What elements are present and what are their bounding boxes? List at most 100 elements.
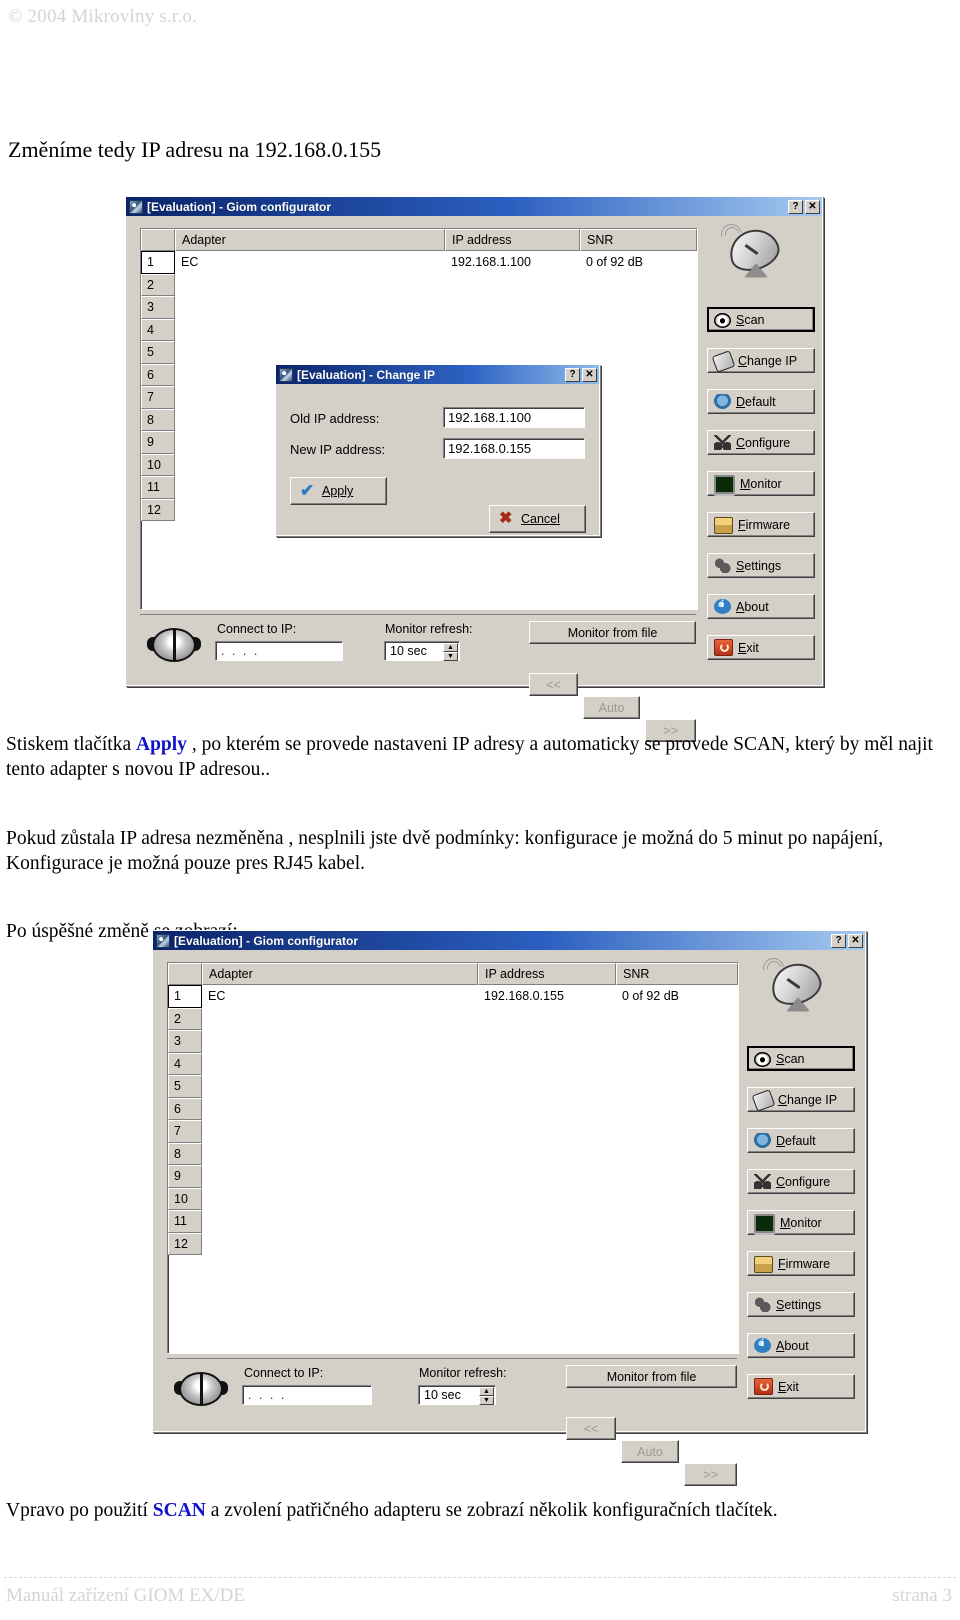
row-number[interactable]: 1 xyxy=(168,985,202,1008)
cell-snr: 0 of 92 dB xyxy=(622,989,679,1004)
row-number[interactable]: 11 xyxy=(168,1210,202,1233)
settings-button[interactable]: Settings xyxy=(707,553,815,578)
row-number[interactable]: 11 xyxy=(141,476,175,499)
row-number[interactable]: 9 xyxy=(168,1165,202,1188)
nav-auto-button[interactable]: Auto xyxy=(621,1440,679,1463)
row-number[interactable]: 3 xyxy=(141,296,175,319)
stepper-down-icon[interactable]: ▼ xyxy=(479,1396,494,1405)
cancel-button[interactable]: ✖ Cancel xyxy=(489,505,586,533)
giom-configurator-window-2[interactable]: [Evaluation] - Giom configurator ? ✕ Ada… xyxy=(152,930,866,1486)
row-number[interactable]: 4 xyxy=(168,1052,202,1075)
monitor-refresh-stepper[interactable]: 10 sec ▲ ▼ xyxy=(384,641,460,661)
change-ip-dialog[interactable]: [Evaluation] - Change IP ? ✕ Old IP addr… xyxy=(275,364,600,536)
page-heading: Změníme tedy IP adresu na 192.168.0.155 xyxy=(8,137,382,162)
change-ip-button[interactable]: Change IP xyxy=(747,1087,855,1112)
button-label: Default xyxy=(736,394,776,409)
adapter-list-2[interactable]: Adapter IP address SNR 1 2 3 4 5 6 7 8 9 10 11 12 E… xyxy=(167,962,739,1354)
window2-titlebar[interactable]: [Evaluation] - Giom configurator ? ✕ xyxy=(153,931,865,950)
connect-to-ip-label: Connect to IP: xyxy=(244,1366,324,1380)
nav-auto-button[interactable]: Auto xyxy=(583,696,640,719)
app-icon xyxy=(129,199,143,214)
row-number[interactable]: 12 xyxy=(141,498,175,521)
default-button[interactable]: Default xyxy=(707,389,815,414)
close-icon[interactable]: ✕ xyxy=(805,199,820,214)
connect-to-ip-input[interactable]: . . . . xyxy=(215,641,343,661)
monitor-button[interactable]: Monitor xyxy=(707,471,815,496)
nav-next-button[interactable]: >> xyxy=(684,1463,737,1486)
row-number[interactable]: 4 xyxy=(141,318,175,341)
apply-button[interactable]: ✔ Apply xyxy=(290,477,387,505)
row-number[interactable]: 7 xyxy=(168,1120,202,1143)
connect-to-ip-label: Connect to IP: xyxy=(217,622,297,636)
row-number[interactable]: 12 xyxy=(168,1232,202,1255)
stepper-buttons[interactable]: ▲ ▼ xyxy=(479,1387,494,1405)
help-icon[interactable]: ? xyxy=(788,199,803,214)
bug-icon xyxy=(714,394,731,409)
row-number[interactable]: 9 xyxy=(141,431,175,454)
row-number[interactable]: 2 xyxy=(168,1007,202,1030)
settings-button[interactable]: Settings xyxy=(747,1292,855,1317)
new-ip-field[interactable]: 192.168.0.155 xyxy=(443,438,585,459)
row-number[interactable]: 10 xyxy=(141,453,175,476)
header-adapter[interactable]: Adapter xyxy=(175,229,445,251)
button-label: Settings xyxy=(776,1297,822,1312)
para1-before: Stiskem tlačítka xyxy=(6,733,136,755)
header-ip-address[interactable]: IP address xyxy=(478,963,616,985)
monitor-from-file-button[interactable]: Monitor from file xyxy=(566,1365,737,1388)
row-number[interactable]: 10 xyxy=(168,1187,202,1210)
window2-body: Adapter IP address SNR 1 2 3 4 5 6 7 8 9 10 11 12 E… xyxy=(153,950,865,1486)
connect-to-ip-input[interactable]: . . . . xyxy=(242,1385,372,1405)
old-ip-field[interactable]: 192.168.1.100 xyxy=(443,407,585,428)
network-connector-icon xyxy=(147,628,201,662)
row-number[interactable]: 8 xyxy=(168,1142,202,1165)
window2-close-icon[interactable]: ✕ xyxy=(848,933,863,948)
row-number[interactable]: 5 xyxy=(168,1075,202,1098)
default-button[interactable]: Default xyxy=(747,1128,855,1153)
stepper-up-icon[interactable]: ▲ xyxy=(479,1387,494,1396)
stepper-up-icon[interactable]: ▲ xyxy=(443,643,458,652)
monitor-refresh-stepper[interactable]: 10 sec ▲ ▼ xyxy=(418,1385,496,1405)
dialog-titlebar[interactable]: [Evaluation] - Change IP ? ✕ xyxy=(276,365,599,384)
about-button[interactable]: About xyxy=(747,1333,855,1358)
change-ip-button[interactable]: Change IP xyxy=(707,348,815,373)
configure-button[interactable]: Configure xyxy=(707,430,815,455)
row-number[interactable]: 6 xyxy=(168,1097,202,1120)
nav-prev-button[interactable]: << xyxy=(529,673,578,696)
configure-button[interactable]: Configure xyxy=(747,1169,855,1194)
header-snr[interactable]: SNR xyxy=(580,229,697,251)
window1-titlebar[interactable]: [Evaluation] - Giom configurator ? ✕ xyxy=(126,197,822,216)
row-number[interactable]: 5 xyxy=(141,341,175,364)
row-number[interactable]: 1 xyxy=(141,251,175,274)
bug-icon xyxy=(754,1133,771,1148)
button-label: Configure xyxy=(736,435,791,450)
nav-next-label: >> xyxy=(703,1467,718,1482)
window2-help-icon[interactable]: ? xyxy=(831,933,846,948)
scan-keyword: SCAN xyxy=(152,1499,206,1521)
dialog-help-icon[interactable]: ? xyxy=(565,367,580,382)
scan-button[interactable]: Scan xyxy=(707,307,815,332)
table-row[interactable]: EC 192.168.0.155 0 of 92 dB xyxy=(202,985,736,1008)
header-ip-address[interactable]: IP address xyxy=(445,229,580,251)
firmware-button[interactable]: Firmware xyxy=(747,1251,855,1276)
monitor-from-file-button[interactable]: Monitor from file xyxy=(529,621,696,644)
stepper-down-icon[interactable]: ▼ xyxy=(443,652,458,661)
nav-prev-button[interactable]: << xyxy=(566,1417,616,1440)
monitor-button[interactable]: Monitor xyxy=(747,1210,855,1235)
header-snr[interactable]: SNR xyxy=(616,963,738,985)
firmware-button[interactable]: Firmware xyxy=(707,512,815,537)
table-row[interactable]: EC 192.168.1.100 0 of 92 dB xyxy=(175,251,695,274)
copyright-notice: © 2004 Mikrovlny s.r.o. xyxy=(8,6,197,27)
satellite-dish-logo xyxy=(716,219,784,280)
row-number[interactable]: 6 xyxy=(141,363,175,386)
scan-button[interactable]: Scan xyxy=(747,1046,855,1071)
row-number[interactable]: 7 xyxy=(141,386,175,409)
row-number[interactable]: 2 xyxy=(141,273,175,296)
row-number[interactable]: 3 xyxy=(168,1030,202,1053)
dialog-close-icon[interactable]: ✕ xyxy=(582,367,597,382)
row-number[interactable]: 8 xyxy=(141,408,175,431)
stepper-buttons[interactable]: ▲ ▼ xyxy=(443,643,458,661)
wrench-icon xyxy=(711,349,736,373)
header-adapter[interactable]: Adapter xyxy=(202,963,478,985)
change-ip-icon xyxy=(279,367,293,382)
document-page: © 2004 Mikrovlny s.r.o. Změníme tedy IP … xyxy=(0,0,960,1620)
